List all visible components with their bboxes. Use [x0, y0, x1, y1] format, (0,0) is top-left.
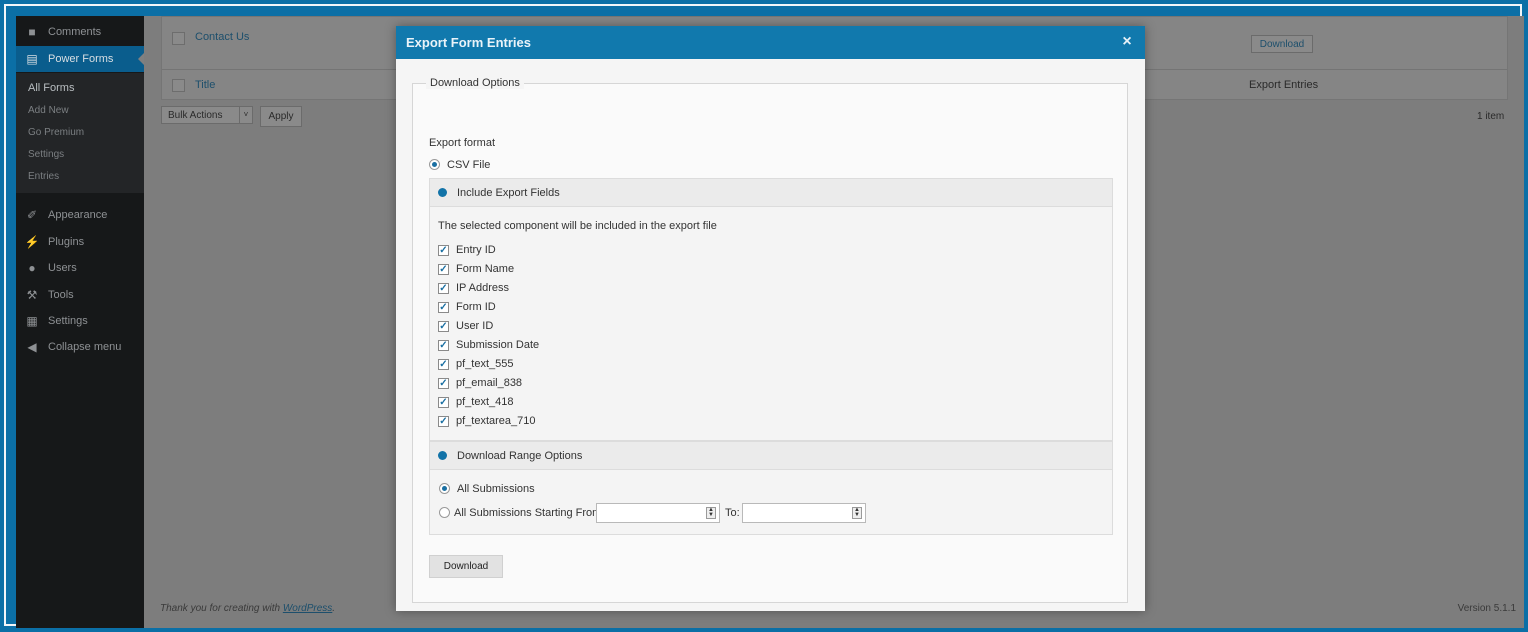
- user-icon: ●: [28, 261, 36, 275]
- sidebar-item-label: Collapse menu: [48, 341, 122, 353]
- download-options-fieldset: Download Options Export format CSV File …: [412, 77, 1128, 603]
- screenshot-frame: ■ Comments ▤ Power Forms All Forms Add N…: [4, 4, 1524, 628]
- section-title: Include Export Fields: [457, 186, 560, 199]
- admin-sidebar: ■ Comments ▤ Power Forms All Forms Add N…: [16, 16, 144, 628]
- field-checkbox[interactable]: ✓: [438, 283, 449, 294]
- modal-title: Export Form Entries: [406, 35, 531, 50]
- spinner-icon[interactable]: ▲ ▼: [706, 507, 716, 519]
- sidebar-item-label: Users: [48, 262, 77, 274]
- settings-icon: ▦: [26, 314, 38, 328]
- field-checkbox[interactable]: ✓: [438, 321, 449, 332]
- field-checkbox-label: User ID: [456, 320, 494, 332]
- field-checkbox-label: Form ID: [456, 301, 496, 313]
- sidebar-item-appearance[interactable]: ✐ Appearance: [16, 202, 144, 228]
- wrench-icon: ⚒: [26, 288, 38, 302]
- footer-thanks: Thank you for creating with WordPress.: [160, 603, 335, 614]
- wp-admin-screen: ■ Comments ▤ Power Forms All Forms Add N…: [16, 16, 1524, 628]
- sidebar-item-comments[interactable]: ■ Comments: [16, 19, 144, 45]
- sidebar-item-tools[interactable]: ⚒ Tools: [16, 282, 144, 308]
- column-title[interactable]: Title: [195, 79, 215, 91]
- csv-label: CSV File: [447, 159, 491, 171]
- footer-thanks-prefix: Thank you for creating with: [160, 603, 283, 614]
- submenu-all-forms[interactable]: All Forms: [28, 82, 74, 94]
- column-export-entries: Export Entries: [1249, 79, 1319, 91]
- field-checkbox[interactable]: ✓: [438, 302, 449, 313]
- field-checkbox[interactable]: ✓: [438, 359, 449, 370]
- field-checkbox-label: Entry ID: [456, 244, 496, 256]
- to-label: To:: [725, 507, 740, 519]
- field-checkbox[interactable]: ✓: [438, 340, 449, 351]
- comments-icon: ■: [28, 25, 36, 39]
- include-fields-header[interactable]: Include Export Fields: [430, 179, 1112, 207]
- download-button[interactable]: Download: [429, 555, 503, 578]
- all-submissions-label: All Submissions: [457, 483, 535, 495]
- field-checkbox-label: Form Name: [456, 263, 515, 275]
- sidebar-item-label: Settings: [48, 315, 88, 327]
- field-checkbox-label: Submission Date: [456, 339, 540, 351]
- submenu-add-new[interactable]: Add New: [28, 105, 69, 116]
- modal-header: Export Form Entries ×: [396, 26, 1145, 59]
- date-range-label: All Submissions Starting From:: [454, 507, 605, 519]
- row-checkbox[interactable]: [172, 32, 185, 45]
- export-format-label: Export format: [429, 137, 496, 149]
- sidebar-item-label: Comments: [48, 26, 102, 38]
- submenu-go-premium[interactable]: Go Premium: [28, 127, 84, 138]
- chevron-down-icon: ˅: [239, 107, 252, 123]
- sidebar-item-settings[interactable]: ▦ Settings: [16, 308, 144, 334]
- sidebar-item-label: Plugins: [48, 236, 85, 248]
- footer-version: Version 5.1.1: [1457, 603, 1516, 614]
- sidebar-item-users[interactable]: ● Users: [16, 255, 144, 281]
- sidebar-item-label: Power Forms: [48, 53, 114, 65]
- export-modal: Export Form Entries × Download Options E…: [396, 26, 1145, 611]
- date-range-radio[interactable]: [439, 507, 450, 518]
- field-checkbox-label: pf_email_838: [456, 377, 523, 389]
- bullet-icon: [438, 188, 447, 197]
- sidebar-item-power-forms[interactable]: ▤ Power Forms: [16, 46, 144, 72]
- include-fields-section: Include Export Fields The selected compo…: [429, 178, 1113, 441]
- range-section: Download Range Options All Submissions A…: [429, 441, 1113, 535]
- field-checkbox[interactable]: ✓: [438, 397, 449, 408]
- submenu-entries[interactable]: Entries: [28, 171, 59, 182]
- brush-icon: ✐: [26, 208, 38, 222]
- field-checkbox[interactable]: ✓: [438, 378, 449, 389]
- field-checkbox[interactable]: ✓: [438, 264, 449, 275]
- bullet-icon: [438, 451, 447, 460]
- field-checkbox-label: pf_text_418: [456, 396, 514, 408]
- include-description: The selected component will be included …: [438, 220, 717, 232]
- submenu-settings[interactable]: Settings: [28, 149, 64, 160]
- field-checkbox-label: pf_textarea_710: [456, 415, 536, 427]
- bulk-actions-value: Bulk Actions: [168, 109, 223, 121]
- to-date-input[interactable]: ▲ ▼: [742, 503, 866, 523]
- csv-radio[interactable]: [429, 159, 440, 170]
- section-title: Download Range Options: [457, 449, 583, 462]
- fieldset-legend: Download Options: [426, 77, 524, 89]
- select-all-checkbox[interactable]: [172, 79, 185, 92]
- range-header[interactable]: Download Range Options: [430, 442, 1112, 470]
- row-download-button[interactable]: Download: [1251, 35, 1313, 53]
- sidebar-item-plugins[interactable]: ⚡ Plugins: [16, 229, 144, 255]
- collapse-icon: ◀: [27, 340, 37, 354]
- sidebar-submenu: All Forms Add New Go Premium Settings En…: [16, 73, 144, 193]
- field-checkbox[interactable]: ✓: [438, 416, 449, 427]
- wordpress-link[interactable]: WordPress: [283, 603, 332, 614]
- sidebar-item-collapse[interactable]: ◀ Collapse menu: [16, 334, 144, 360]
- field-checkbox-label: IP Address: [456, 282, 509, 294]
- field-checkbox-label: pf_text_555: [456, 358, 514, 370]
- footer-thanks-suffix: .: [332, 603, 336, 614]
- apply-button[interactable]: Apply: [260, 106, 302, 127]
- forms-icon: ▤: [26, 52, 38, 66]
- close-icon[interactable]: ×: [1119, 33, 1135, 51]
- sidebar-item-label: Appearance: [48, 209, 108, 221]
- all-submissions-radio[interactable]: [439, 483, 450, 494]
- bulk-actions-select[interactable]: Bulk Actions ˅: [161, 106, 253, 124]
- sidebar-item-label: Tools: [48, 289, 74, 301]
- from-date-input[interactable]: ▲ ▼: [596, 503, 720, 523]
- field-checkbox[interactable]: ✓: [438, 245, 449, 256]
- items-count: 1 item: [1477, 111, 1505, 122]
- plug-icon: ⚡: [24, 235, 40, 249]
- spinner-icon[interactable]: ▲ ▼: [852, 507, 862, 519]
- form-title-link[interactable]: Contact Us: [195, 31, 249, 43]
